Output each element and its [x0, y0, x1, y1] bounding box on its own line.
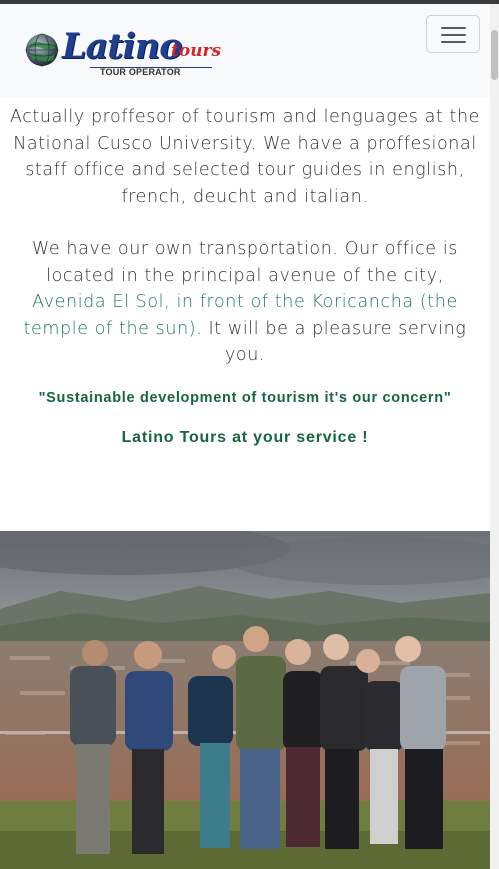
- about-paragraph: Actually proffesor of tourism and lengua…: [9, 107, 481, 207]
- group-photo-image: [0, 531, 490, 869]
- brand-tagline: TOUR OPERATOR: [100, 67, 181, 77]
- hamburger-menu-icon: [441, 27, 466, 29]
- brand-logo[interactable]: Latino tours TOUR OPERATOR: [24, 26, 224, 82]
- page-scrollbar[interactable]: [490, 4, 499, 869]
- group-photo: [0, 531, 490, 869]
- brand-name: Latino: [62, 26, 183, 67]
- menu-toggle-button[interactable]: [426, 15, 480, 53]
- navbar: Latino tours TOUR OPERATOR: [0, 4, 490, 97]
- service-slogan: Latino Tours at your service !: [121, 429, 369, 446]
- brand-name-suffix: tours: [171, 41, 222, 61]
- office-paragraph: We have our own transportation. Our offi…: [23, 239, 467, 365]
- globe-icon: [25, 33, 59, 67]
- scrollbar-thumb[interactable]: [491, 30, 498, 80]
- sustainability-quote: "Sustainable development of tourism it's…: [38, 390, 452, 406]
